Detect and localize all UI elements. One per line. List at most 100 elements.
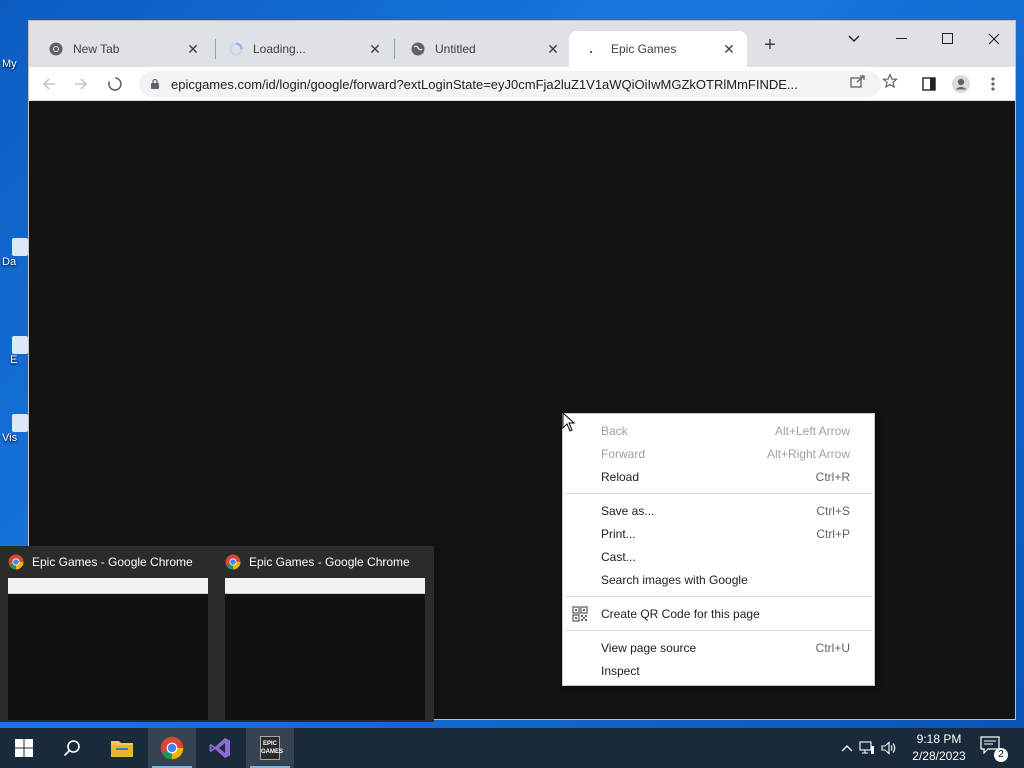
menu-item-label: Inspect (601, 663, 640, 678)
context-menu: Back Alt+Left Arrow Forward Alt+Right Arro… (562, 413, 875, 686)
tab-loading[interactable]: Loading... ✕ (211, 31, 393, 67)
menu-item-print[interactable]: Print... Ctrl+P (563, 522, 874, 545)
thumbnail-preview (225, 578, 425, 720)
forward-button[interactable] (69, 72, 93, 96)
bookmark-button[interactable] (881, 72, 899, 90)
menu-separator (565, 596, 872, 597)
globe-icon (411, 42, 425, 56)
menu-item-shortcut: Ctrl+P (816, 526, 850, 541)
clock-date: 2/28/2023 (912, 749, 966, 763)
menu-item-search-images[interactable]: Search images with Google (563, 568, 874, 591)
menu-item-label: Create QR Code for this page (601, 606, 760, 621)
menu-button[interactable] (981, 72, 1005, 96)
tab-close-icon[interactable]: ✕ (185, 41, 201, 57)
menu-item-qr-code[interactable]: Create QR Code for this page (563, 602, 874, 625)
volume-button[interactable] (878, 741, 900, 755)
epic-games-icon: EPIC GAMES (260, 736, 283, 760)
back-button[interactable] (37, 72, 61, 96)
tab-close-icon[interactable]: ✕ (367, 41, 383, 57)
tab-epic-games[interactable]: Epic Games ✕ (569, 31, 747, 67)
share-icon (850, 75, 865, 88)
tab-new-tab[interactable]: New Tab ✕ (31, 31, 211, 67)
tab-close-icon[interactable]: ✕ (721, 41, 737, 57)
browser-toolbar: epicgames.com/id/login/google/forward?ex… (29, 67, 1015, 101)
minimize-button[interactable] (879, 25, 925, 53)
star-icon (882, 73, 898, 89)
menu-item-shortcut: Ctrl+R (815, 469, 850, 484)
tab-strip: New Tab ✕ Loading... ✕ Untitled ✕ Epic G (29, 21, 1015, 67)
notification-badge: 2 (994, 748, 1008, 762)
desktop-icon-1[interactable]: My (2, 58, 17, 70)
search-icon (63, 740, 80, 757)
taskbar-file-explorer[interactable] (98, 728, 146, 768)
network-button[interactable] (856, 741, 878, 755)
menu-item-save-as[interactable]: Save as... Ctrl+S (563, 499, 874, 522)
chevron-down-icon (848, 35, 860, 42)
menu-item-shortcut: Ctrl+U (815, 640, 850, 655)
system-clock[interactable]: 9:18 PM 2/28/2023 (906, 731, 972, 765)
menu-item-back[interactable]: Back Alt+Left Arrow (563, 419, 874, 442)
menu-item-label: View page source (601, 640, 697, 655)
search-button[interactable] (48, 728, 96, 768)
tab-title: Untitled (435, 42, 476, 56)
chrome-icon (160, 736, 184, 760)
system-tray (838, 728, 900, 768)
menu-item-reload[interactable]: Reload Ctrl+R (563, 465, 874, 488)
tab-title: New Tab (73, 42, 120, 56)
side-panel-icon (922, 77, 936, 91)
desktop-icon-label: Da (2, 256, 17, 268)
menu-separator (565, 493, 872, 494)
stop-loading-button[interactable] (103, 72, 127, 96)
visual-studio-icon (209, 738, 230, 758)
menu-item-label: Forward (601, 446, 646, 461)
thumbnail-title: Epic Games - Google Chrome (8, 554, 193, 570)
tab-title: Loading... (253, 42, 306, 56)
notification-center-button[interactable]: 2 (980, 736, 1008, 762)
menu-item-label: Print... (601, 526, 636, 541)
clock-time: 9:18 PM (916, 732, 962, 746)
menu-separator (565, 630, 872, 631)
taskbar: EPIC GAMES 9:18 PM 2/28/2023 2 (0, 728, 1024, 768)
menu-item-cast[interactable]: Cast... (563, 545, 874, 568)
menu-item-inspect[interactable]: Inspect (563, 659, 874, 682)
tab-untitled[interactable]: Untitled ✕ (393, 31, 571, 67)
maximize-button[interactable] (925, 25, 971, 53)
taskbar-chrome[interactable] (148, 728, 196, 768)
thumbnail-preview (8, 578, 208, 720)
side-panel-button[interactable] (917, 72, 941, 96)
close-window-button[interactable] (971, 25, 1017, 53)
tab-close-icon[interactable]: ✕ (545, 41, 561, 57)
address-bar[interactable]: epicgames.com/id/login/google/forward?ex… (139, 71, 881, 97)
mouse-cursor-icon (562, 412, 576, 432)
avatar-icon (952, 75, 970, 93)
menu-item-shortcut: Alt+Right Arrow (766, 446, 850, 461)
start-button[interactable] (0, 728, 48, 768)
profile-button[interactable] (949, 72, 973, 96)
loading-spinner-icon (108, 77, 122, 91)
menu-item-label: Save as... (601, 503, 655, 518)
tray-overflow-button[interactable] (838, 744, 856, 752)
window-thumbnail[interactable]: Epic Games - Google Chrome (0, 546, 210, 722)
desktop-icon-3[interactable]: E (2, 336, 28, 366)
menu-item-forward[interactable]: Forward Alt+Right Arrow (563, 442, 874, 465)
tab-title: Epic Games (611, 42, 677, 56)
chrome-icon (225, 554, 241, 570)
menu-item-label: Back (601, 423, 628, 438)
thumbnail-title-text: Epic Games - Google Chrome (32, 555, 193, 569)
taskbar-epic-games[interactable]: EPIC GAMES (246, 728, 294, 768)
window-thumbnail[interactable]: Epic Games - Google Chrome (217, 546, 427, 722)
new-tab-button[interactable]: + (759, 35, 781, 57)
kebab-menu-icon (991, 77, 995, 91)
desktop-icon-2[interactable]: Da (2, 238, 28, 268)
tab-search-button[interactable] (831, 25, 877, 53)
desktop-icon-4[interactable]: Vis (2, 414, 28, 444)
speaker-icon (881, 741, 896, 755)
windows-logo-icon (15, 739, 33, 757)
chrome-icon (8, 554, 24, 570)
thumbnail-title-text: Epic Games - Google Chrome (249, 555, 410, 569)
share-button[interactable] (849, 72, 867, 90)
menu-item-shortcut: Ctrl+S (816, 503, 850, 518)
menu-item-view-source[interactable]: View page source Ctrl+U (563, 636, 874, 659)
taskbar-visual-studio[interactable] (196, 728, 244, 768)
desktop-icon-label: E (10, 354, 18, 366)
